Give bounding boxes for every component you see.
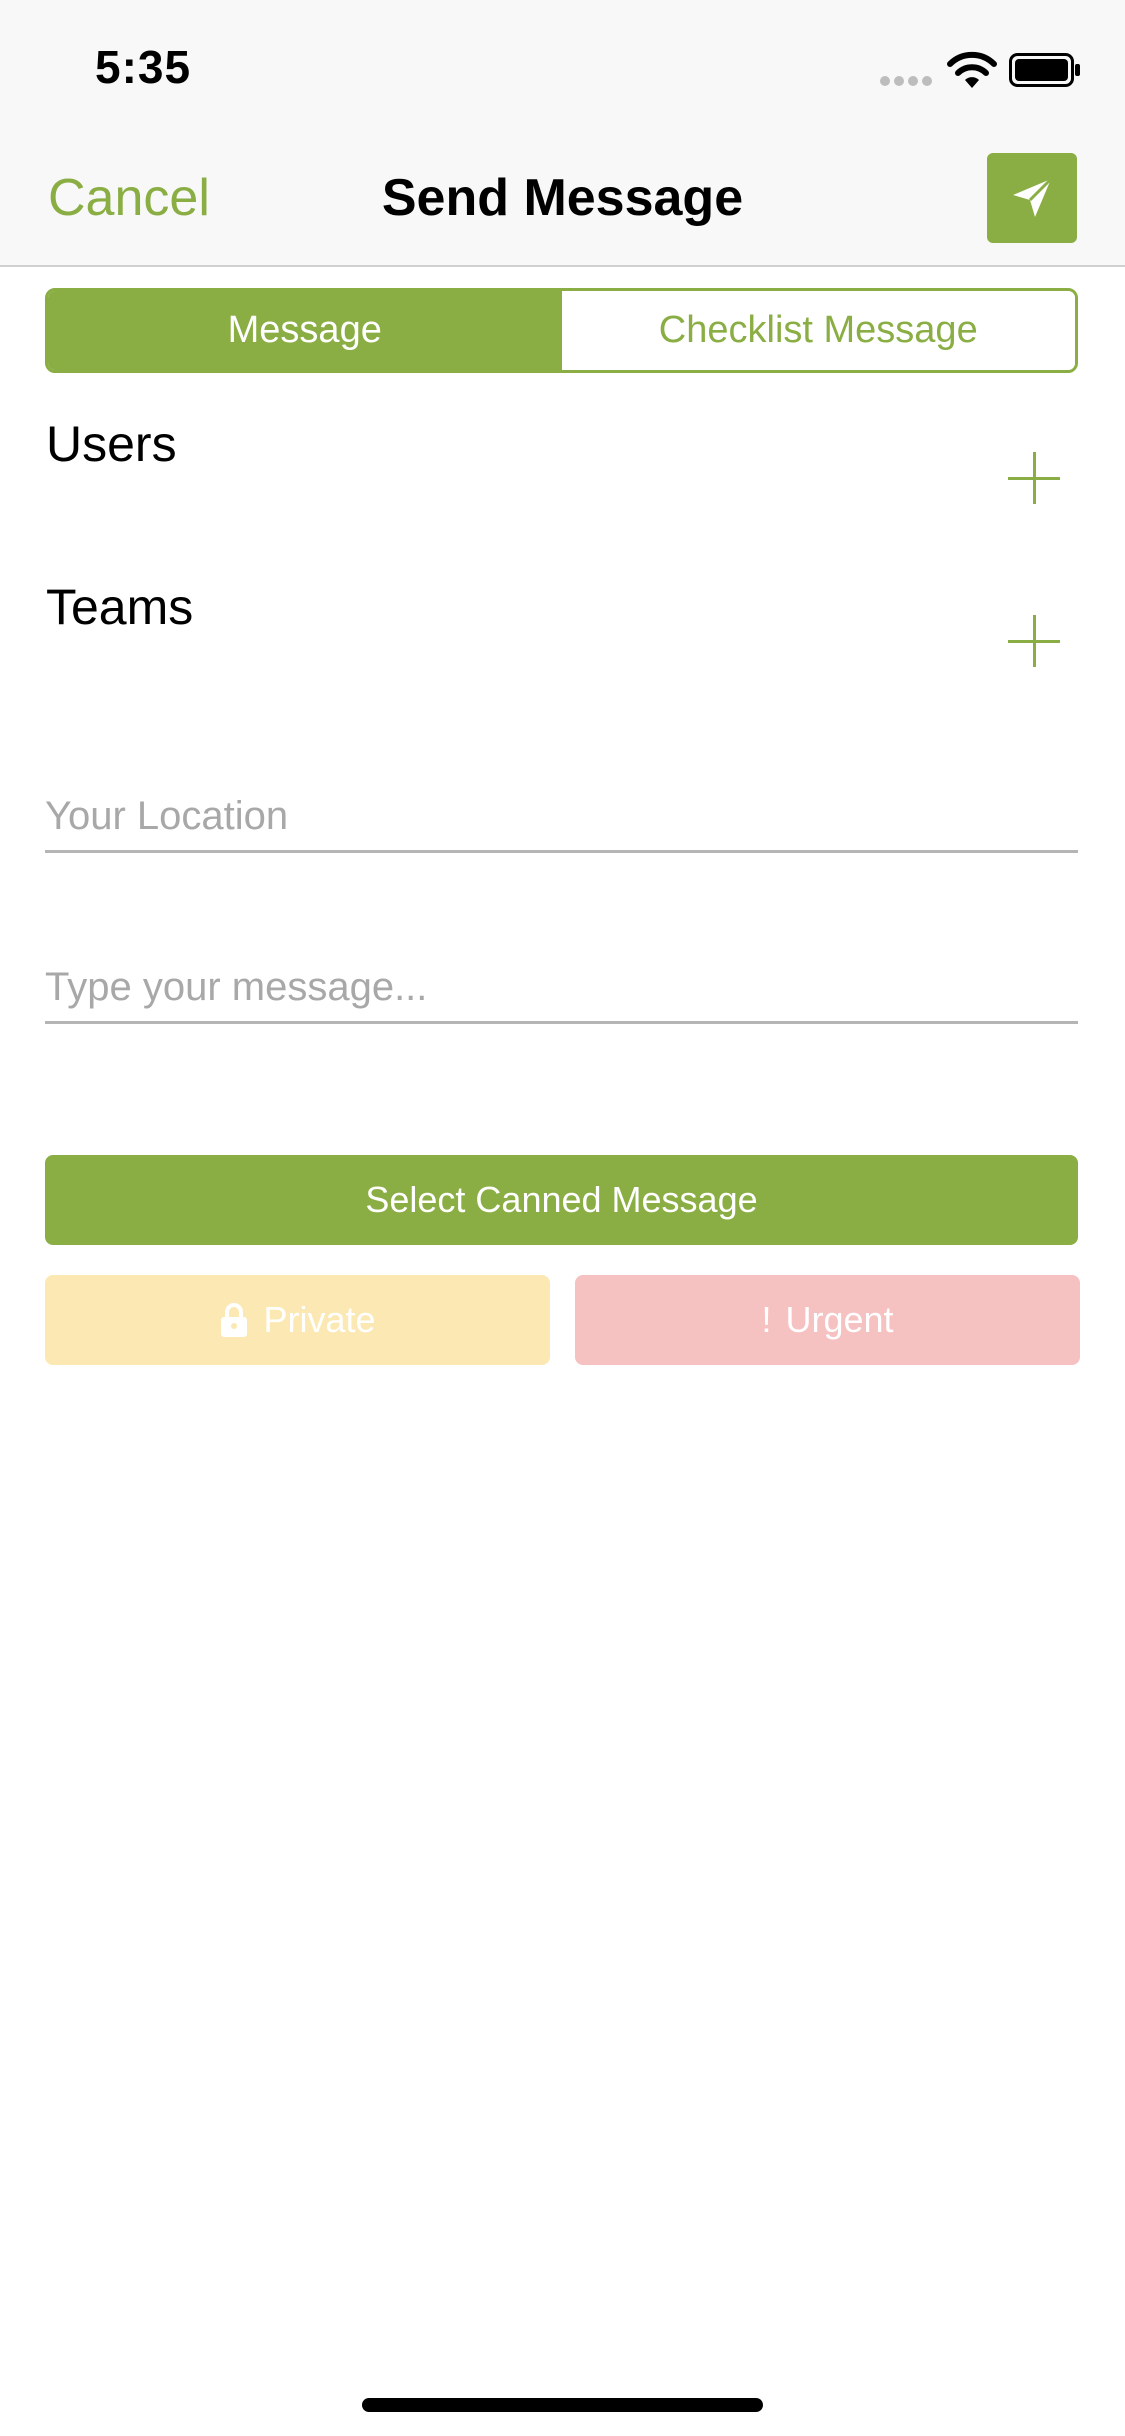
home-indicator xyxy=(362,2398,763,2412)
message-input[interactable] xyxy=(45,954,1078,1024)
location-input[interactable] xyxy=(45,783,1078,853)
select-canned-message-button[interactable]: Select Canned Message xyxy=(45,1155,1078,1245)
wifi-icon xyxy=(947,51,997,88)
tab-checklist-message[interactable]: Checklist Message xyxy=(561,291,1075,370)
top-bar: 5:35 Cancel Send Message xyxy=(0,0,1125,267)
lock-icon xyxy=(221,1303,248,1337)
exclamation-icon: ! xyxy=(761,1299,772,1340)
cellular-signal-icon xyxy=(880,76,932,86)
teams-label: Teams xyxy=(46,579,194,635)
message-type-segment: Message Checklist Message xyxy=(45,288,1078,373)
cancel-button[interactable]: Cancel xyxy=(48,168,210,228)
users-label: Users xyxy=(46,416,177,472)
add-user-button[interactable] xyxy=(1004,448,1064,508)
urgent-button[interactable]: ! Urgent xyxy=(575,1275,1080,1365)
private-label: Private xyxy=(263,1299,376,1340)
urgent-label: Urgent xyxy=(785,1299,894,1340)
tab-message[interactable]: Message xyxy=(48,291,562,370)
status-time: 5:35 xyxy=(95,41,192,93)
add-team-button[interactable] xyxy=(1004,611,1064,671)
battery-icon xyxy=(1009,53,1080,87)
paper-plane-icon xyxy=(1013,177,1053,217)
send-button[interactable] xyxy=(987,153,1077,243)
private-button[interactable]: Private xyxy=(45,1275,550,1365)
